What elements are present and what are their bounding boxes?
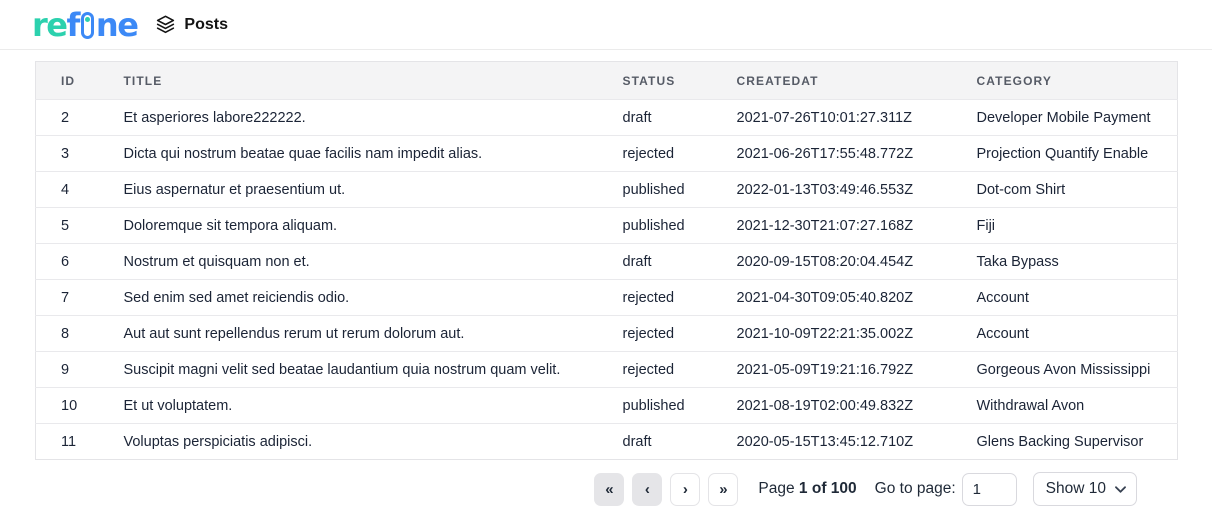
cell-title: Eius aspernatur et praesentium ut. bbox=[123, 171, 623, 208]
table-row: 8 Aut aut sunt repellendus rerum ut reru… bbox=[35, 315, 1178, 352]
posts-table: ID TITLE STATUS CREATEDAT CATEGORY 2 Et … bbox=[35, 61, 1178, 460]
logo-text-re: re bbox=[32, 5, 68, 44]
cell-title: Nostrum et quisquam non et. bbox=[123, 243, 623, 280]
cell-title: Doloremque sit tempora aliquam. bbox=[123, 207, 623, 244]
page-indicator-value: 1 of 100 bbox=[798, 480, 857, 497]
layers-icon bbox=[155, 14, 176, 35]
cell-status: draft bbox=[622, 423, 737, 460]
cell-id: 7 bbox=[35, 279, 124, 316]
cell-title: Aut aut sunt repellendus rerum ut rerum … bbox=[123, 315, 623, 352]
table-row: 2 Et asperiores labore222222. draft 2021… bbox=[35, 99, 1178, 136]
page-indicator: Page 1 of 100 bbox=[758, 480, 856, 498]
previous-page-button[interactable]: ‹ bbox=[632, 472, 663, 506]
column-header-id: ID bbox=[35, 61, 124, 100]
main-content: ID TITLE STATUS CREATEDAT CATEGORY 2 Et … bbox=[0, 50, 1212, 506]
logo-i-icon bbox=[80, 12, 94, 39]
cell-category: Gorgeous Avon Mississippi bbox=[976, 351, 1178, 388]
cell-title: Suscipit magni velit sed beatae laudanti… bbox=[123, 351, 623, 388]
cell-id: 5 bbox=[35, 207, 124, 244]
cell-createdat: 2021-07-26T10:01:27.311Z bbox=[736, 99, 977, 136]
logo-text-f: f bbox=[66, 5, 80, 44]
cell-category: Taka Bypass bbox=[976, 243, 1178, 280]
cell-id: 3 bbox=[35, 135, 124, 172]
cell-status: rejected bbox=[622, 315, 737, 352]
cell-title: Et asperiores labore222222. bbox=[123, 99, 623, 136]
cell-createdat: 2021-08-19T02:00:49.832Z bbox=[736, 387, 977, 424]
cell-status: published bbox=[622, 387, 737, 424]
cell-createdat: 2020-05-15T13:45:12.710Z bbox=[736, 423, 977, 460]
table-row: 10 Et ut voluptatem. published 2021-08-1… bbox=[35, 387, 1178, 424]
goto-page-input[interactable] bbox=[961, 472, 1017, 506]
table-row: 4 Eius aspernatur et praesentium ut. pub… bbox=[35, 171, 1178, 208]
top-bar: re f ne Posts bbox=[0, 0, 1212, 50]
refine-logo[interactable]: re f ne bbox=[32, 5, 139, 44]
column-header-status: STATUS bbox=[622, 61, 737, 100]
cell-category: Account bbox=[976, 279, 1178, 316]
cell-category: Glens Backing Supervisor bbox=[976, 423, 1178, 460]
column-header-category: CATEGORY bbox=[976, 61, 1178, 100]
pagination-bar: « ‹ › » Page 1 of 100 Go to page: Show 1… bbox=[35, 472, 1177, 506]
page-title: Posts bbox=[184, 15, 228, 33]
cell-createdat: 2021-10-09T22:21:35.002Z bbox=[736, 315, 977, 352]
cell-id: 11 bbox=[35, 423, 124, 460]
page-size-label: Show 10 bbox=[1045, 480, 1106, 497]
goto-page-label: Go to page: bbox=[874, 480, 956, 497]
table-header-row: ID TITLE STATUS CREATEDAT CATEGORY bbox=[35, 61, 1178, 100]
cell-status: draft bbox=[622, 243, 737, 280]
cell-createdat: 2020-09-15T08:20:04.454Z bbox=[736, 243, 977, 280]
cell-title: Et ut voluptatem. bbox=[123, 387, 623, 424]
table-row: 9 Suscipit magni velit sed beatae laudan… bbox=[35, 351, 1178, 388]
cell-id: 9 bbox=[35, 351, 124, 388]
cell-createdat: 2021-04-30T09:05:40.820Z bbox=[736, 279, 977, 316]
cell-status: rejected bbox=[622, 351, 737, 388]
table-row: 6 Nostrum et quisquam non et. draft 2020… bbox=[35, 243, 1178, 280]
cell-title: Dicta qui nostrum beatae quae facilis na… bbox=[123, 135, 623, 172]
cell-createdat: 2021-12-30T21:07:27.168Z bbox=[736, 207, 977, 244]
cell-category: Withdrawal Avon bbox=[976, 387, 1178, 424]
cell-id: 10 bbox=[35, 387, 124, 424]
table-row: 5 Doloremque sit tempora aliquam. publis… bbox=[35, 207, 1178, 244]
cell-status: published bbox=[622, 171, 737, 208]
cell-category: Developer Mobile Payment bbox=[976, 99, 1178, 136]
page-heading: Posts bbox=[155, 14, 228, 35]
table-row: 11 Voluptas perspiciatis adipisci. draft… bbox=[35, 423, 1178, 460]
table-row: 3 Dicta qui nostrum beatae quae facilis … bbox=[35, 135, 1178, 172]
cell-title: Voluptas perspiciatis adipisci. bbox=[123, 423, 623, 460]
cell-category: Fiji bbox=[976, 207, 1178, 244]
cell-title: Sed enim sed amet reiciendis odio. bbox=[123, 279, 623, 316]
logo-i-dot bbox=[84, 17, 90, 22]
cell-category: Projection Quantify Enable bbox=[976, 135, 1178, 172]
page-size-select[interactable]: Show 10 bbox=[1032, 472, 1137, 506]
cell-id: 2 bbox=[35, 99, 124, 136]
cell-status: published bbox=[622, 207, 737, 244]
next-page-button[interactable]: › bbox=[670, 472, 701, 506]
cell-status: rejected bbox=[622, 135, 737, 172]
table-row: 7 Sed enim sed amet reiciendis odio. rej… bbox=[35, 279, 1178, 316]
cell-id: 6 bbox=[35, 243, 124, 280]
cell-category: Account bbox=[976, 315, 1178, 352]
goto-page-group: Go to page: bbox=[874, 472, 1017, 506]
cell-createdat: 2021-05-09T19:21:16.792Z bbox=[736, 351, 977, 388]
cell-id: 4 bbox=[35, 171, 124, 208]
first-page-button[interactable]: « bbox=[594, 472, 625, 506]
last-page-button[interactable]: » bbox=[708, 472, 739, 506]
cell-createdat: 2022-01-13T03:49:46.553Z bbox=[736, 171, 977, 208]
cell-category: Dot-com Shirt bbox=[976, 171, 1178, 208]
cell-createdat: 2021-06-26T17:55:48.772Z bbox=[736, 135, 977, 172]
page-indicator-label: Page bbox=[758, 480, 795, 497]
cell-id: 8 bbox=[35, 315, 124, 352]
column-header-createdat: CREATEDAT bbox=[736, 61, 977, 100]
cell-status: rejected bbox=[622, 279, 737, 316]
chevron-down-icon bbox=[1115, 485, 1126, 493]
logo-text-ne: ne bbox=[95, 5, 139, 44]
column-header-title: TITLE bbox=[123, 61, 623, 100]
cell-status: draft bbox=[622, 99, 737, 136]
